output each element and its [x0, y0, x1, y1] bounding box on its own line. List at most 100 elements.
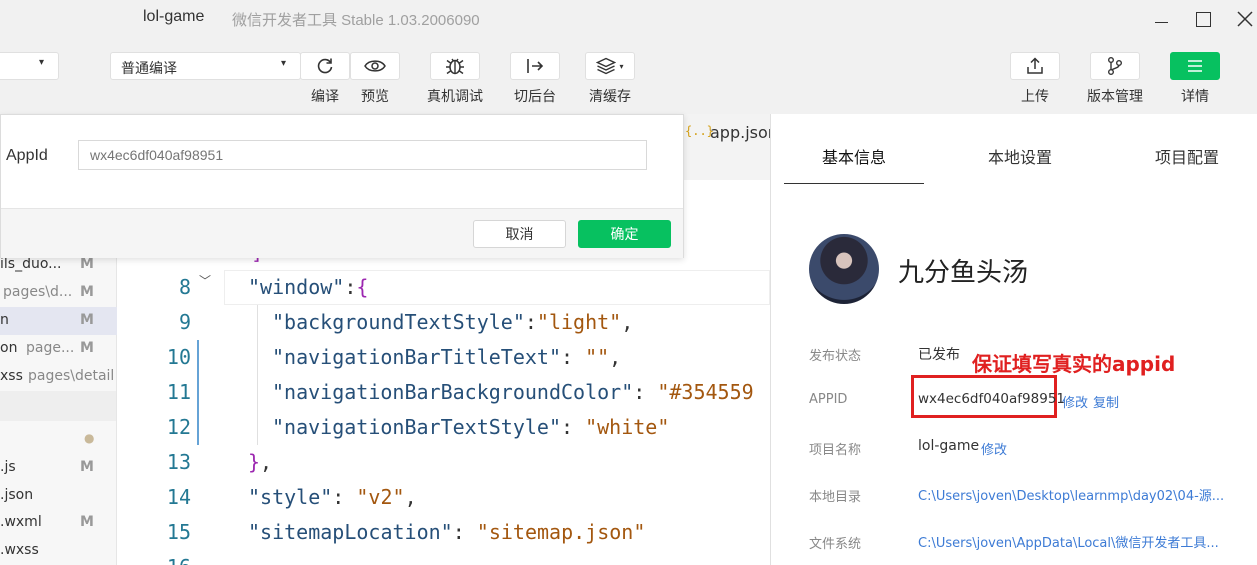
- refresh-icon: [317, 58, 333, 74]
- tab-basic-info[interactable]: 基本信息: [822, 144, 886, 168]
- compile-button[interactable]: [300, 52, 350, 80]
- code-line: "backgroundTextStyle":"light",: [272, 310, 634, 334]
- appid-dialog: AppId 取消 确定: [0, 114, 684, 258]
- modified-badge: M: [80, 459, 94, 475]
- compile-mode-value: 普通编译: [121, 61, 177, 77]
- copy-appid-link[interactable]: 复制: [1093, 392, 1119, 411]
- modified-badge: M: [80, 340, 94, 356]
- close-icon: [1237, 11, 1253, 27]
- file-item-selected[interactable]: n M: [0, 307, 117, 335]
- appid-input[interactable]: [78, 140, 647, 170]
- file-item[interactable]: .wxml M: [0, 509, 117, 537]
- file-name: ils_duo...: [0, 256, 62, 272]
- toolbar: ▾ 普通编译 ▾ 编译 预览 真机调试 切后台 ▾ 清缓存 上传 版本管理 详情: [0, 38, 1257, 114]
- maximize-icon: [1195, 11, 1211, 27]
- file-name: xss: [0, 368, 23, 384]
- minimize-icon: [1154, 21, 1168, 23]
- clear-cache-label: 清缓存: [589, 89, 631, 105]
- maximize-button[interactable]: [1188, 6, 1218, 32]
- annotation-text: 保证填写真实的appid: [972, 352, 1176, 376]
- background-button[interactable]: [510, 52, 560, 80]
- file-item[interactable]: on page... M: [0, 335, 117, 363]
- eye-icon: [364, 60, 386, 72]
- file-path: page...: [26, 340, 75, 356]
- file-name: pages\d...: [3, 284, 73, 300]
- editor-tab[interactable]: {..} app.json: [683, 120, 778, 148]
- code-line: "navigationBarTitleText": "",: [272, 345, 622, 369]
- code-line: "navigationBarBackgroundColor": "#354559: [272, 380, 754, 404]
- divider: [0, 391, 116, 421]
- branch-icon: [1108, 57, 1122, 75]
- confirm-button[interactable]: 确定: [578, 220, 671, 248]
- file-item[interactable]: ●: [0, 426, 117, 454]
- layers-icon: [596, 57, 617, 75]
- publish-status-value: 已发布: [918, 347, 960, 363]
- chevron-down-icon: ▾: [38, 57, 44, 68]
- avatar: [809, 234, 879, 304]
- version-button[interactable]: [1090, 52, 1140, 80]
- publish-status-label: 发布状态: [809, 349, 862, 364]
- username: 九分鱼头汤: [898, 258, 1029, 288]
- details-label: 详情: [1181, 89, 1209, 105]
- file-item[interactable]: xss pages\detail: [0, 363, 117, 391]
- modified-gutter: [197, 340, 199, 445]
- modify-appid-link[interactable]: 修改: [1062, 392, 1088, 411]
- minimize-button[interactable]: [1146, 6, 1176, 32]
- editor-tab-label: app.json: [710, 123, 778, 142]
- local-dir-link[interactable]: C:\Users\joven\Desktop\learnmp\day02\04-…: [918, 485, 1224, 504]
- line-number: 15: [166, 520, 191, 544]
- tab-project-config[interactable]: 项目配置: [1155, 144, 1219, 168]
- file-item[interactable]: .wxss: [0, 537, 117, 565]
- file-system-label: 文件系统: [809, 537, 862, 552]
- file-name: on: [0, 340, 18, 356]
- modify-project-name-link[interactable]: 修改: [981, 439, 1007, 458]
- compile-label: 编译: [311, 89, 339, 105]
- line-number: 10: [166, 345, 191, 369]
- line-number: 16: [117, 555, 191, 565]
- upload-button[interactable]: [1010, 52, 1060, 80]
- version-label: 版本管理: [1087, 89, 1143, 105]
- appid-label: AppId: [6, 147, 48, 164]
- indent-guide: [257, 305, 258, 445]
- code-line: "window":{: [248, 275, 369, 299]
- fold-chevron-icon: ﹀: [199, 274, 212, 288]
- active-tab-underline: [784, 183, 924, 184]
- file-item[interactable]: pages\d... M: [0, 279, 117, 307]
- file-path: pages\detail: [28, 368, 115, 384]
- switch-background-icon: [527, 59, 544, 73]
- code-line: "sitemapLocation": "sitemap.json": [248, 520, 646, 544]
- upload-icon: [1027, 57, 1043, 74]
- modified-badge: M: [80, 514, 94, 530]
- clear-cache-button[interactable]: ▾: [585, 52, 635, 80]
- line-number: 11: [166, 380, 191, 404]
- project-name-label: 项目名称: [809, 443, 862, 458]
- remote-debug-label: 真机调试: [427, 89, 483, 105]
- code-line: "navigationBarTextStyle": "white": [272, 415, 670, 439]
- dialog-footer: 取消 确定: [1, 208, 683, 258]
- line-number: 8: [178, 275, 191, 299]
- window-title: lol-game: [143, 8, 205, 25]
- file-item[interactable]: .js M: [0, 454, 117, 482]
- file-name: .wxss: [0, 542, 39, 558]
- menu-icon: [1188, 60, 1202, 72]
- code-line: "style": "v2",: [248, 485, 417, 509]
- mode-select[interactable]: ▾: [0, 52, 59, 80]
- remote-debug-button[interactable]: [430, 52, 480, 80]
- modified-badge: M: [80, 312, 94, 328]
- close-button[interactable]: [1230, 6, 1257, 32]
- editor-tab-strip: {..} app.json: [683, 114, 778, 180]
- file-name: n: [0, 312, 9, 328]
- upload-label: 上传: [1021, 89, 1049, 105]
- cancel-button[interactable]: 取消: [473, 220, 566, 248]
- compile-mode-select[interactable]: 普通编译 ▾: [110, 52, 301, 80]
- bug-icon: [446, 58, 464, 75]
- preview-button[interactable]: [350, 52, 400, 80]
- appid-value: wx4ec6df040af98951: [918, 391, 1065, 407]
- tab-local-settings[interactable]: 本地设置: [988, 144, 1052, 168]
- details-button[interactable]: [1170, 52, 1220, 80]
- line-number: 14: [166, 485, 191, 509]
- file-item[interactable]: .json: [0, 482, 117, 510]
- line-number: 12: [166, 415, 191, 439]
- file-system-link[interactable]: C:\Users\joven\AppData\Local\微信开发者工具...: [918, 532, 1219, 551]
- preview-label: 预览: [361, 89, 389, 105]
